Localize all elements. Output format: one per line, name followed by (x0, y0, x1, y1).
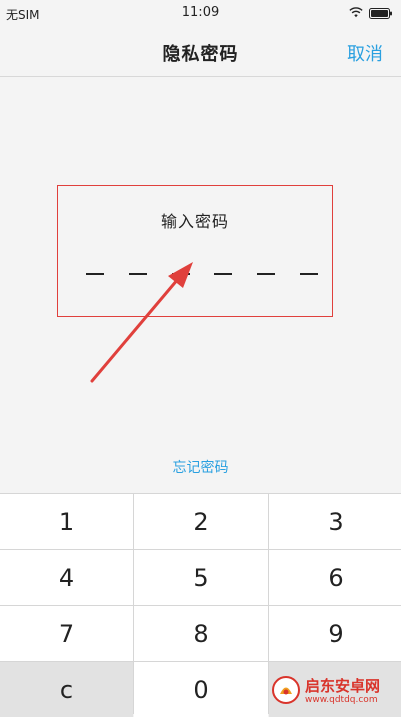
cancel-button[interactable]: 取消 (347, 40, 383, 66)
key-4[interactable]: 4 (0, 550, 133, 605)
status-bar: 无SIM 11:09 (0, 0, 401, 28)
pin-digit-slot (86, 273, 104, 275)
page-title: 隐私密码 (162, 44, 239, 65)
pin-entry-box: 输入密码 (57, 185, 333, 317)
key-2[interactable]: 2 (134, 494, 268, 549)
forgot-password-link[interactable]: 忘记密码 (0, 457, 401, 477)
pin-entry-area: 输入密码 忘记密码 (0, 77, 401, 493)
key-9[interactable]: 9 (269, 606, 401, 661)
wifi-icon (349, 7, 363, 18)
key-clear[interactable]: c (0, 662, 133, 717)
battery-icon (369, 8, 392, 19)
status-time: 11:09 (181, 5, 220, 20)
pin-digit-slot (257, 273, 275, 275)
pin-dashes[interactable] (86, 273, 318, 277)
pin-digit-slot (300, 273, 318, 275)
pin-title: 输入密码 (160, 212, 229, 231)
key-5[interactable]: 5 (134, 550, 268, 605)
nav-bar: 隐私密码 取消 (0, 28, 401, 77)
pin-digit-slot (172, 273, 190, 275)
key-8[interactable]: 8 (134, 606, 268, 661)
watermark-logo (272, 676, 300, 704)
key-7[interactable]: 7 (0, 606, 133, 661)
pin-digit-slot (129, 273, 147, 275)
pin-digit-slot (214, 273, 232, 275)
key-1[interactable]: 1 (0, 494, 133, 549)
watermark-name: 启东安卓网 (305, 677, 381, 695)
watermark: 启东安卓网 www.qdtdq.com (267, 671, 397, 711)
key-0[interactable]: 0 (134, 662, 268, 717)
key-6[interactable]: 6 (269, 550, 401, 605)
watermark-url: www.qdtdq.com (305, 695, 378, 705)
key-3[interactable]: 3 (269, 494, 401, 549)
